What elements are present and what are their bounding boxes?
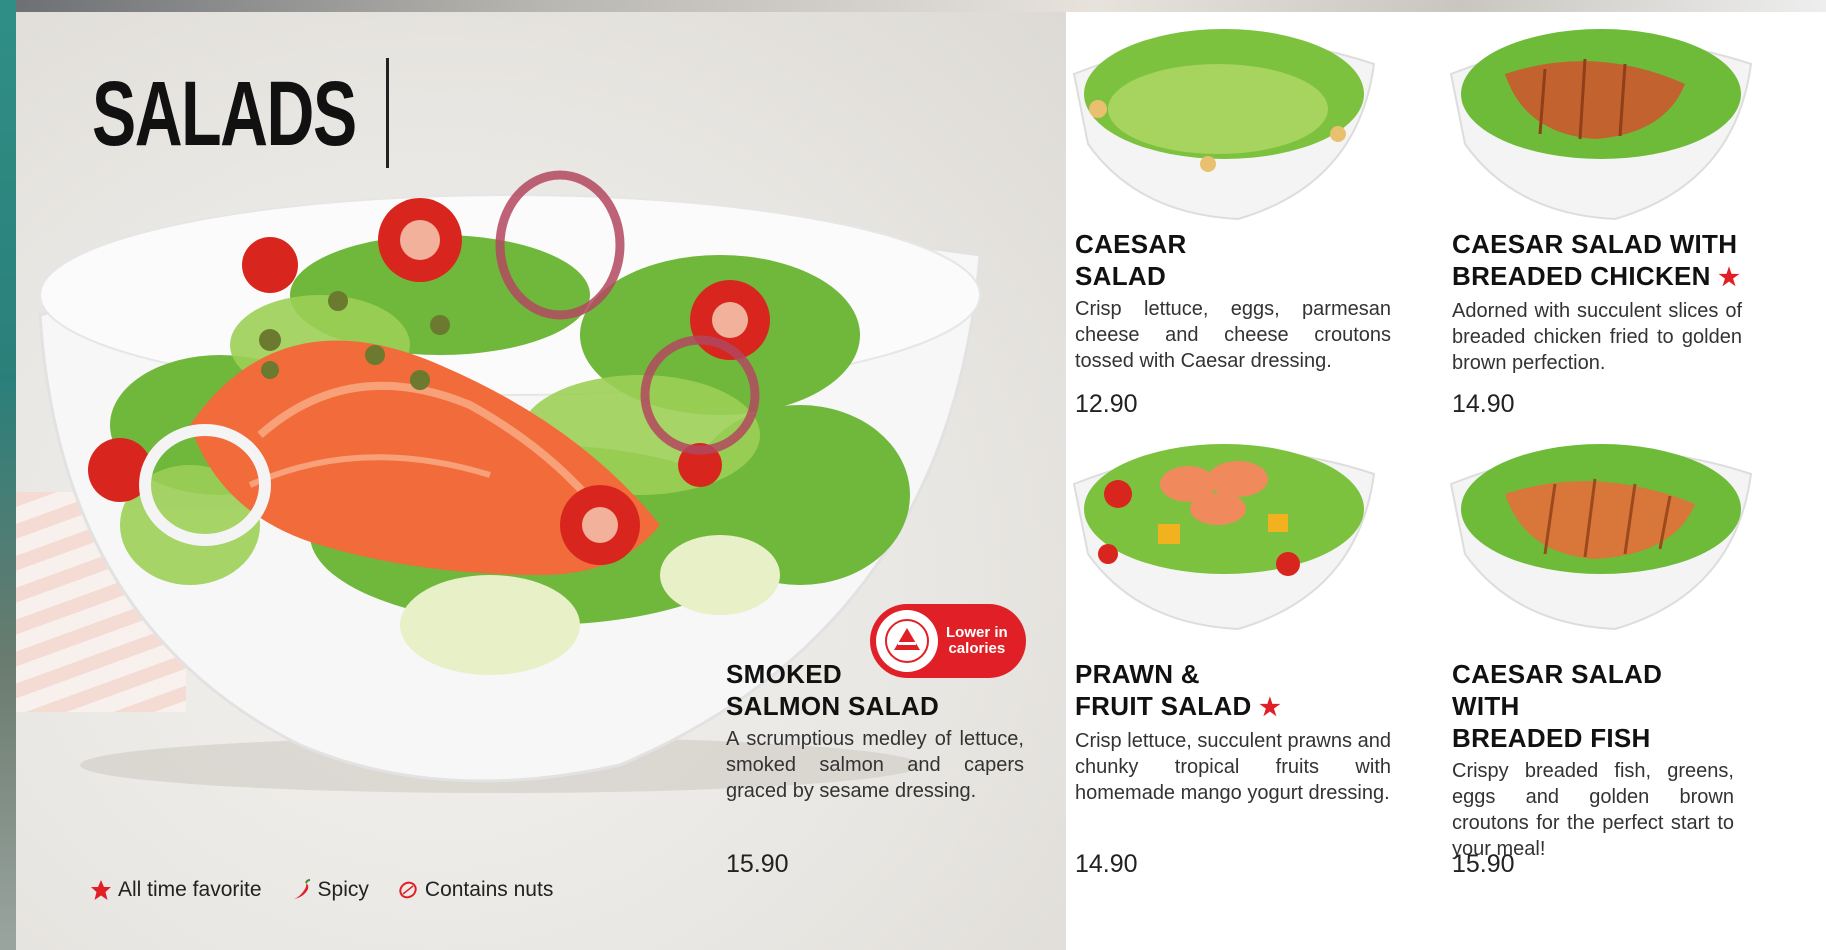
item-price: 14.90 <box>1075 850 1138 878</box>
menu-item-caesar-breaded-fish[interactable]: CAESAR SALAD WITH BREADED FISH Crispy bre… <box>1452 658 1734 878</box>
legend-favorite: All time favorite <box>90 878 262 902</box>
item-price: 15.90 <box>1452 850 1515 878</box>
star-icon: ★ <box>1718 264 1741 291</box>
legend-spicy: Spicy <box>290 878 369 902</box>
item-name: CAESAR SALAD WITH BREADED CHICKEN ★ <box>1452 229 1741 291</box>
menu-item-caesar-salad[interactable]: CAESAR SALAD Crisp lettuce, eggs, parmesa… <box>1075 228 1391 423</box>
item-description: Adorned with succulent slices of breaded… <box>1452 300 1742 374</box>
menu-item-smoked-salmon-salad[interactable]: SMOKED SALMON SALAD A scrumptious medley … <box>726 658 1024 878</box>
badge-line1: Lower in <box>946 624 1008 641</box>
top-photo-strip <box>0 0 1826 12</box>
legend: All time favorite Spicy Contains nuts <box>90 878 581 902</box>
item-description: Crisp lettuce, succulent prawns and chun… <box>1075 730 1391 804</box>
item-name: PRAWN & FRUIT SALAD ★ <box>1075 659 1281 721</box>
item-description: Crisp lettuce, eggs, parmesan cheese and… <box>1075 298 1391 372</box>
menu-item-caesar-breaded-chicken[interactable]: CAESAR SALAD WITH BREADED CHICKEN ★ Adorn… <box>1452 228 1742 423</box>
prawn-fruit-salad-photo <box>1072 444 1376 631</box>
breaded-fish-caesar-photo <box>1449 444 1753 631</box>
item-price: 14.90 <box>1452 390 1515 418</box>
item-price: 15.90 <box>726 850 789 878</box>
item-description: Crispy breaded fish, greens, eggs and go… <box>1452 760 1734 860</box>
chili-icon <box>293 879 310 899</box>
item-name: SMOKED SALMON SALAD <box>726 659 940 721</box>
nut-icon <box>399 881 417 899</box>
caesar-salad-photo <box>1072 29 1376 221</box>
legend-favorite-label: All time favorite <box>118 878 262 901</box>
item-name: CAESAR SALAD WITH BREADED FISH <box>1452 659 1663 753</box>
item-name: CAESAR SALAD <box>1075 229 1187 291</box>
menu-item-prawn-fruit-salad[interactable]: PRAWN & FRUIT SALAD ★ Crisp lettuce, succ… <box>1075 658 1391 878</box>
legend-nuts: Contains nuts <box>397 878 553 902</box>
breaded-chicken-caesar-photo <box>1449 29 1753 221</box>
left-photo-edge <box>0 0 16 950</box>
badge-line2: calories <box>948 640 1006 657</box>
item-price: 12.90 <box>1075 390 1138 418</box>
legend-spicy-label: Spicy <box>317 878 369 901</box>
legend-nuts-label: Contains nuts <box>424 878 554 901</box>
star-icon: ★ <box>1259 694 1281 721</box>
star-icon <box>91 880 111 900</box>
item-description: A scrumptious medley of lettuce, smoked … <box>726 728 1024 802</box>
